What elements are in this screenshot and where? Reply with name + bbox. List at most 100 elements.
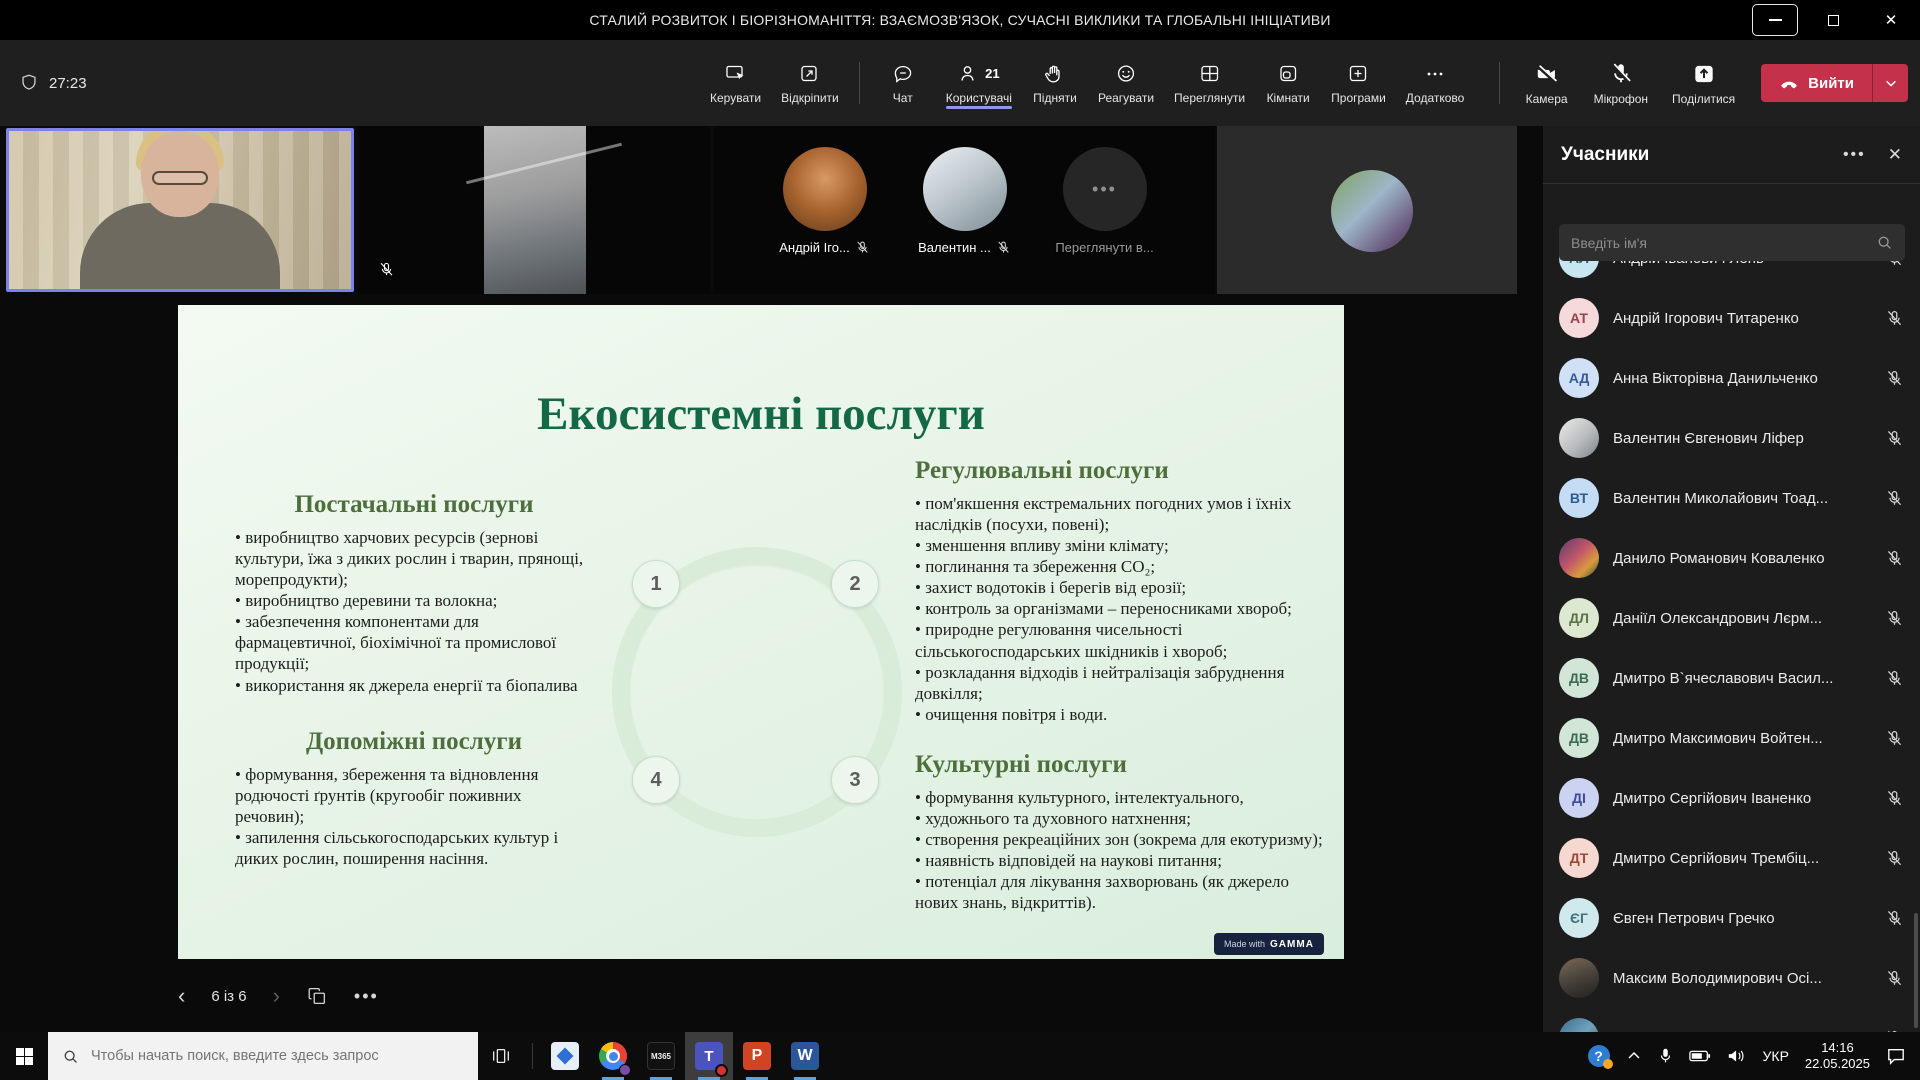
slide-bullet: • очищення повітря і води.: [915, 704, 1327, 725]
slide-bullet: • пом'якшення екстремальних погодних умо…: [915, 493, 1327, 535]
panel-scrollbar[interactable]: [1914, 913, 1918, 1028]
manage-icon: [724, 62, 748, 86]
tray-mic-icon[interactable]: [1658, 1047, 1673, 1065]
active-speaker-video[interactable]: [6, 128, 354, 292]
rooms-button[interactable]: Кімнати: [1255, 54, 1321, 113]
mic-off-icon: [1885, 549, 1904, 568]
slide-bullet: • розкладання відходів і нейтралізація з…: [915, 662, 1327, 704]
more-button[interactable]: Додатково: [1396, 54, 1475, 113]
participant-name: Максим Володимирович Осі...: [1613, 970, 1871, 987]
participant-row[interactable]: ДІ Дмитро Сергійович Іваненко: [1543, 768, 1920, 828]
start-button[interactable]: [0, 1032, 48, 1080]
meeting-stage: Андрій Іго... Валентин ... ••• Пере: [0, 126, 1543, 1032]
slide-bullet: • природне регулювання чисельності сільс…: [915, 619, 1327, 661]
taskbar-app-chrome[interactable]: [589, 1032, 637, 1080]
chrome-profile-badge: [619, 1064, 631, 1076]
windows-taskbar: M365 T P W ? УКР 14:16 22.05.2025: [0, 1032, 1920, 1080]
slide-bullet: • створення рекреаційних зон (зокрема дл…: [915, 829, 1327, 850]
taskbar-app-m365[interactable]: M365: [637, 1032, 685, 1080]
taskbar-app-powerpoint[interactable]: P: [733, 1032, 781, 1080]
mic-off-icon: [1885, 849, 1904, 868]
camera-button[interactable]: Камера: [1514, 53, 1580, 114]
tray-volume-icon[interactable]: [1727, 1048, 1747, 1064]
avatar: •••: [1063, 147, 1147, 231]
timer-value: 27:23: [49, 75, 87, 92]
taskbar-clock[interactable]: 14:16 22.05.2025: [1805, 1040, 1870, 1072]
participant-avatar-tile[interactable]: Валентин ...: [899, 126, 1031, 294]
notification-center-icon[interactable]: [1886, 1047, 1906, 1065]
taskbar-app-photos[interactable]: [541, 1032, 589, 1080]
participant-avatar-tile[interactable]: Андрій Іго...: [759, 126, 891, 294]
participant-label: Валентин ...: [918, 240, 991, 255]
taskbar-app-teams[interactable]: T: [685, 1032, 733, 1080]
diagram-node-1: 1: [632, 560, 680, 608]
users-count-badge: 21: [985, 66, 999, 81]
participant-row[interactable]: ДВ Дмитро Максимович Войтен...: [1543, 708, 1920, 768]
participant-row[interactable]: Данило Романович Коваленко: [1543, 528, 1920, 588]
powerpoint-icon: P: [743, 1042, 771, 1070]
participant-avatar-tile[interactable]: ••• Переглянути в...: [1039, 126, 1171, 294]
unpin-button[interactable]: Відкріпити: [771, 54, 849, 113]
taskbar-search-input[interactable]: [91, 1048, 464, 1064]
participant-search-input[interactable]: [1571, 235, 1876, 251]
apps-button[interactable]: Програми: [1321, 54, 1396, 113]
mic-off-icon: [855, 240, 870, 255]
system-tray: ? УКР 14:16 22.05.2025: [1588, 1040, 1920, 1072]
participant-row[interactable]: ЄГ Євген Петрович Гречко: [1543, 888, 1920, 948]
help-tray-icon[interactable]: ?: [1588, 1045, 1610, 1067]
chat-button[interactable]: Чат: [870, 54, 936, 113]
slide-bullet: • виробництво деревини та волокна;: [235, 590, 593, 611]
microphone-button[interactable]: Мікрофон: [1584, 53, 1658, 114]
restore-button[interactable]: [1804, 0, 1862, 40]
leave-button-group: Вийти: [1761, 64, 1908, 102]
section-heading: Допоміжні послуги: [235, 728, 593, 756]
task-view-icon: [490, 1045, 512, 1067]
react-button[interactable]: Реагувати: [1088, 54, 1164, 113]
participant-video-tile[interactable]: [358, 126, 710, 294]
avatar: [1559, 418, 1599, 458]
mic-off-icon: [1885, 309, 1904, 328]
raise-hand-button[interactable]: Підняти: [1022, 54, 1088, 113]
previous-slide-button[interactable]: ‹: [178, 985, 185, 1007]
view-button[interactable]: Переглянути: [1164, 54, 1255, 113]
participant-row[interactable]: АД Анна Вікторівна Данильченко: [1543, 348, 1920, 408]
tray-expand-icon[interactable]: [1626, 1048, 1642, 1064]
panel-close-button[interactable]: ✕: [1888, 145, 1902, 165]
participant-row[interactable]: ВТ Валентин Миколайович Тоад...: [1543, 468, 1920, 528]
participant-row[interactable]: ДТ Дмитро Сергійович Трембіц...: [1543, 828, 1920, 888]
next-slide-button[interactable]: ›: [273, 985, 280, 1007]
tray-battery-icon[interactable]: [1689, 1049, 1711, 1063]
participant-row[interactable]: Валентин Євгенович Ліфер: [1543, 408, 1920, 468]
mic-off-icon: [378, 261, 395, 278]
leave-options-button[interactable]: [1872, 64, 1908, 102]
task-view-button[interactable]: [478, 1032, 524, 1080]
taskbar-app-word[interactable]: W: [781, 1032, 829, 1080]
participant-row[interactable]: АТ Андрій Ігорович Титаренко: [1543, 288, 1920, 348]
search-icon: [1876, 234, 1893, 251]
close-icon: ✕: [1885, 13, 1898, 28]
avatar: [1559, 958, 1599, 998]
minimize-button[interactable]: [1746, 0, 1804, 40]
close-button[interactable]: ✕: [1862, 0, 1920, 40]
mic-off-icon: [1885, 909, 1904, 928]
slide-overview-button[interactable]: [306, 985, 328, 1007]
manage-button[interactable]: Керувати: [700, 54, 771, 113]
participant-name: Дмитро В`ячеславович Васил...: [1613, 670, 1871, 687]
participant-label: Переглянути в...: [1055, 240, 1153, 255]
smiley-icon: [1114, 62, 1138, 86]
participant-row[interactable]: [1543, 1008, 1920, 1032]
users-button[interactable]: 21 Користувачі: [936, 54, 1022, 113]
participant-row[interactable]: ДВ Дмитро В`ячеславович Васил...: [1543, 648, 1920, 708]
avatar-group-tile: Андрій Іго... Валентин ... ••• Пере: [714, 126, 1215, 294]
share-button[interactable]: Поділитися: [1662, 53, 1745, 114]
mic-off-icon: [1885, 369, 1904, 388]
participant-row[interactable]: ДЛ Даніїл Олександрович Лєрм...: [1543, 588, 1920, 648]
leave-button[interactable]: Вийти: [1761, 64, 1872, 102]
participant-name: Дмитро Сергійович Трембіц...: [1613, 850, 1871, 867]
participant-video-tile[interactable]: [1217, 126, 1517, 294]
m365-icon: M365: [647, 1042, 675, 1070]
panel-more-button[interactable]: •••: [1843, 146, 1866, 164]
slide-more-options-button[interactable]: •••: [354, 986, 379, 1007]
participant-row[interactable]: Максим Володимирович Осі...: [1543, 948, 1920, 1008]
keyboard-language[interactable]: УКР: [1763, 1048, 1789, 1064]
